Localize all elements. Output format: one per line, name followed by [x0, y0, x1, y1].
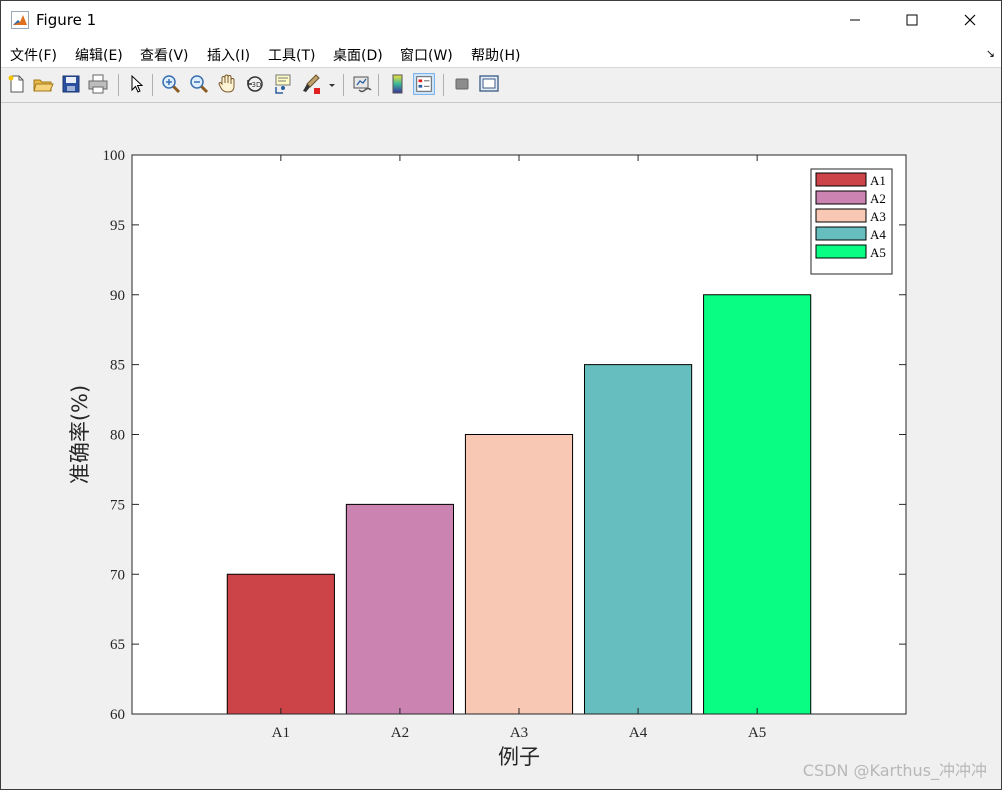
figure-window: Figure 1 文件(F) 编辑(E) 查看(V) 插入(I) 工具(T) 桌… [0, 0, 1002, 790]
y-tick-label: 80 [110, 428, 125, 444]
legend-icon[interactable] [413, 73, 435, 95]
legend-swatch-a3 [815, 208, 867, 223]
menu-view[interactable]: 查看(V) [140, 45, 189, 65]
maximize-icon [906, 14, 918, 26]
pan-hand-icon[interactable] [216, 73, 238, 95]
zoom-in-icon[interactable] [160, 73, 182, 95]
x-tick-label: A5 [748, 725, 766, 741]
y-tick-label: 65 [110, 637, 125, 653]
matlab-icon [11, 11, 29, 29]
legend[interactable]: A1 A2 A3 A4 A5 [810, 168, 893, 275]
legend-swatch-a5 [815, 244, 867, 259]
toolbar-separator [118, 74, 119, 96]
brush-icon[interactable] [300, 73, 322, 95]
y-tick-label: 100 [103, 148, 126, 164]
x-tick-label: A3 [510, 725, 528, 741]
toolbar-separator [343, 74, 344, 96]
legend-label: A2 [870, 191, 886, 206]
menu-tools[interactable]: 工具(T) [268, 45, 315, 65]
hide-plot-tools-icon[interactable] [451, 73, 473, 95]
y-axis-label: 准确率(%) [68, 385, 92, 484]
data-cursor-icon[interactable] [272, 73, 294, 95]
x-tick-label: A4 [629, 725, 648, 741]
y-tick-label: 70 [110, 567, 125, 583]
open-file-icon[interactable] [32, 73, 54, 95]
menu-window[interactable]: 窗口(W) [400, 45, 453, 65]
watermark: CSDN @Karthus_冲冲冲 [802, 761, 987, 780]
x-tick-label: A1 [272, 725, 290, 741]
toolbar-separator [378, 74, 379, 96]
legend-swatch-a2 [815, 190, 867, 205]
close-icon [964, 14, 976, 26]
toolbar-separator [152, 74, 153, 96]
bar-a1[interactable] [226, 573, 335, 715]
y-tick-label: 95 [110, 218, 125, 234]
rotate-3d-icon[interactable]: 3D [244, 73, 266, 95]
x-axis-label: 例子 [498, 745, 540, 769]
y-tick-label: 85 [110, 358, 125, 374]
legend-label: A5 [870, 245, 886, 260]
legend-label: A3 [870, 209, 886, 224]
menu-file[interactable]: 文件(F) [10, 45, 57, 65]
bar-chart[interactable]: A1 A2 A3 A4 A56065707580859095100 例子 准确率(%) … [1, 102, 1001, 789]
title-bar[interactable]: Figure 1 [1, 1, 1001, 39]
menu-bar: 文件(F) 编辑(E) 查看(V) 插入(I) 工具(T) 桌面(D) 窗口(W… [1, 39, 1001, 67]
y-tick-label: 90 [110, 288, 125, 304]
new-figure-icon[interactable] [6, 73, 28, 95]
bar-a5[interactable] [703, 294, 812, 715]
figure-toolbar: 3D [1, 67, 1001, 103]
link-plot-icon[interactable] [351, 73, 373, 95]
print-icon[interactable] [87, 73, 109, 95]
legend-swatch-a1 [815, 172, 867, 187]
legend-label: A4 [870, 227, 886, 242]
legend-swatch-a4 [815, 226, 867, 241]
toolbar-separator [443, 74, 444, 96]
figure-canvas[interactable]: A1 A2 A3 A4 A5 60 65 70 75 80 85 90 95 100 例子 准确率(%) … [1, 102, 1001, 789]
maximize-button[interactable] [889, 1, 935, 39]
minimize-button[interactable] [832, 1, 878, 39]
svg-text:3D: 3D [252, 81, 262, 89]
y-tick-label: 60 [110, 707, 125, 723]
bar-a2[interactable] [345, 503, 455, 715]
show-plot-tools-icon[interactable] [478, 73, 500, 95]
legend-label: A1 [870, 173, 886, 188]
bar-a4[interactable] [583, 364, 693, 715]
zoom-out-icon[interactable] [188, 73, 210, 95]
menu-help[interactable]: 帮助(H) [471, 45, 520, 65]
select-arrow-icon[interactable] [126, 73, 148, 95]
bar-a3[interactable] [464, 434, 574, 715]
menu-insert[interactable]: 插入(I) [207, 45, 250, 65]
menu-edit[interactable]: 编辑(E) [75, 45, 123, 65]
close-button[interactable] [947, 1, 993, 39]
y-tick-label: 75 [110, 497, 125, 513]
x-tick-label: A2 [391, 725, 409, 741]
chevron-down-icon[interactable] [328, 83, 336, 89]
colorbar-icon[interactable] [387, 73, 409, 95]
undock-arrow-icon[interactable]: ↘ [986, 47, 995, 60]
minimize-icon [850, 19, 860, 21]
save-icon[interactable] [60, 73, 82, 95]
menu-desktop[interactable]: 桌面(D) [333, 45, 383, 65]
window-title: Figure 1 [36, 11, 97, 29]
